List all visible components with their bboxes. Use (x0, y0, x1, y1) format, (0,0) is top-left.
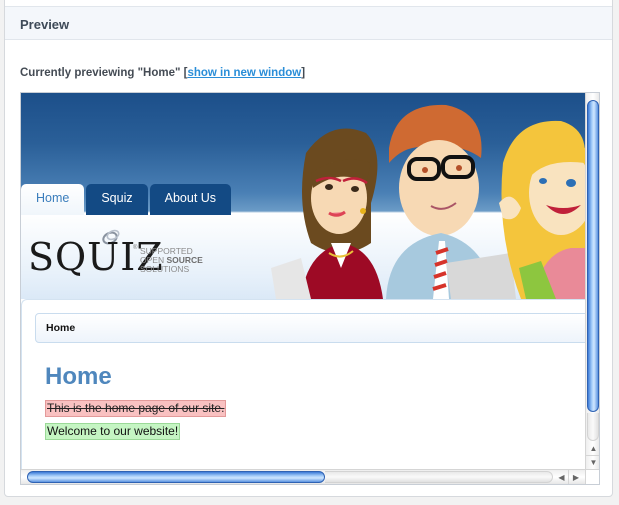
squiz-logo[interactable]: SQUIZ ® SUPPORTED OPEN SOURCE SOLUTIONS (28, 227, 228, 277)
tab-squiz[interactable]: Squiz (86, 184, 148, 215)
breadcrumb: Home (35, 313, 595, 343)
preview-status: Currently previewing "Home" [show in new… (20, 67, 305, 79)
horizontal-scroll-thumb[interactable] (27, 471, 325, 483)
horizontal-scroll-track[interactable] (325, 471, 553, 483)
panel-title: Preview (20, 17, 70, 32)
page-heading: Home (45, 363, 112, 390)
woman-brunette-figure (271, 128, 383, 299)
scrollbar-corner (585, 469, 599, 484)
scroll-down-arrow-icon[interactable]: ▼ (586, 456, 599, 470)
panel-header: Preview (5, 6, 612, 40)
scroll-left-arrow-icon[interactable]: ◀ (555, 470, 569, 484)
man-glasses-figure (386, 104, 516, 299)
scroll-up-arrow-icon[interactable]: ▲ (586, 442, 599, 456)
site-nav-tabs: Home Squiz About Us (21, 184, 233, 215)
preview-status-suffix: ] (301, 67, 306, 79)
preview-iframe: Home Squiz About Us SQUIZ ® SUPPORTED OP… (20, 92, 600, 485)
preview-panel: Preview Currently previewing "Home" [sho… (4, 0, 613, 497)
show-in-new-window-link[interactable]: show in new window (187, 67, 301, 79)
vertical-scroll-track[interactable] (587, 413, 599, 441)
preview-status-prefix: Currently previewing "Home" [ (20, 67, 188, 79)
vertical-scroll-thumb[interactable] (587, 100, 599, 412)
deleted-text-diff: This is the home page of our site. (45, 400, 227, 417)
logo-tagline: SUPPORTED OPEN SOURCE SOLUTIONS (140, 247, 203, 274)
logo-tagline-line-3: SOLUTIONS (140, 264, 190, 274)
scroll-right-arrow-icon[interactable]: ▶ (569, 470, 583, 484)
tab-about-us[interactable]: About Us (149, 184, 232, 215)
horizontal-scrollbar[interactable]: ◀ ▶ (21, 469, 585, 484)
inserted-text-diff: Welcome to our website! (45, 423, 181, 440)
cartoon-characters-illustration (271, 104, 585, 299)
site-content: Home Home This is the home page of our s… (21, 299, 595, 469)
tab-home[interactable]: Home (21, 184, 85, 215)
vertical-scrollbar[interactable]: ▲ ▼ (585, 93, 599, 470)
breadcrumb-home[interactable]: Home (46, 322, 75, 334)
site-header: Home Squiz About Us SQUIZ ® SUPPORTED OP… (21, 93, 595, 469)
logo-registered-mark: ® (133, 245, 138, 251)
